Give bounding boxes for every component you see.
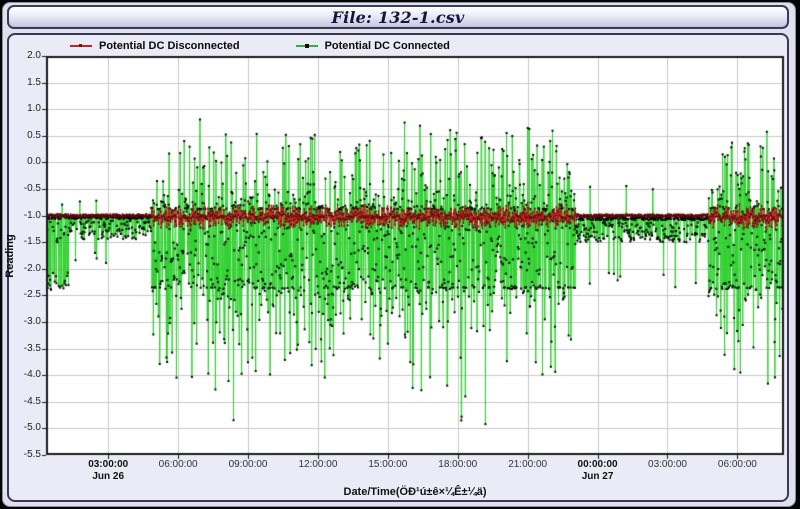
y-tick-label: 1.0	[11, 103, 41, 114]
y-tick-label: 1.5	[11, 77, 41, 88]
x-tick-label: 03:00:00	[637, 459, 697, 470]
y-tick-label: -3.5	[11, 343, 41, 354]
y-tick-label: -2.5	[11, 289, 41, 300]
x-tick-label: 18:00:00	[428, 459, 488, 470]
green-line-marker-icon	[296, 45, 318, 47]
red-line-marker-icon	[70, 45, 92, 47]
x-tick-label: 12:00:00	[288, 459, 348, 470]
y-tick-label: -0.5	[11, 183, 41, 194]
y-tick-label: -1.5	[11, 236, 41, 247]
x-tick-label: 00:00:00	[568, 459, 628, 470]
y-tick-label: 0.5	[11, 130, 41, 141]
x-tick-date-label: Jun 26	[78, 471, 138, 482]
x-tick-label: 09:00:00	[218, 459, 278, 470]
file-title: File: 132-1.csv	[332, 8, 465, 27]
y-tick-label: 2.0	[11, 50, 41, 61]
y-tick-label: -4.5	[11, 396, 41, 407]
y-tick-label: -4.0	[11, 369, 41, 380]
y-tick-label: -5.0	[11, 422, 41, 433]
y-axis-title: Reading	[4, 216, 18, 296]
y-tick-label: -5.5	[11, 449, 41, 460]
x-tick-label: 15:00:00	[358, 459, 418, 470]
chart-plot-area[interactable]	[40, 50, 790, 462]
x-tick-label: 06:00:00	[148, 459, 208, 470]
x-tick-date-label: Jun 27	[568, 471, 628, 482]
x-tick-label: 21:00:00	[498, 459, 558, 470]
title-bar: File: 132-1.csv	[7, 5, 789, 29]
x-axis-title: Date/Time(ÖÐ¹ú±ê×¼Ê±¼ä)	[265, 486, 565, 498]
y-tick-label: -2.0	[11, 263, 41, 274]
x-tick-label: 03:00:00	[78, 459, 138, 470]
y-tick-label: -3.0	[11, 316, 41, 327]
x-tick-label: 06:00:00	[707, 459, 767, 470]
y-tick-label: -1.0	[11, 210, 41, 221]
y-tick-label: 0.0	[11, 156, 41, 167]
